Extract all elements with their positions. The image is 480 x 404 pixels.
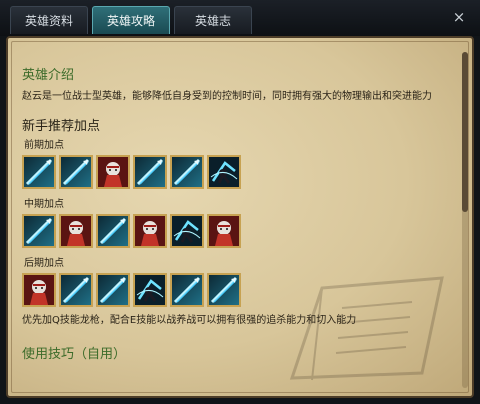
- warrior-skill-icon[interactable]: [59, 214, 93, 248]
- dragon-spear-icon[interactable]: [133, 155, 167, 189]
- tips-heading: 使用技巧（自用）: [22, 347, 127, 362]
- dragon-spear-icon[interactable]: [207, 273, 241, 307]
- hero-intro-heading: 英雄介绍: [22, 68, 75, 83]
- warrior-skill-icon[interactable]: [96, 155, 130, 189]
- skill-row-mid: [22, 214, 452, 248]
- guide-panel: 英雄介绍 赵云是一位战士型英雄，能够降低自身受到的控制时间，同时拥有强大的物理输…: [6, 36, 474, 398]
- dragon-spear-icon[interactable]: [59, 155, 93, 189]
- hero-intro-text: 赵云是一位战士型英雄，能够降低自身受到的控制时间，同时拥有强大的物理输出和突进能…: [22, 91, 432, 102]
- phase-mid-label: 中期加点: [24, 199, 64, 210]
- phase-late-label: 后期加点: [24, 258, 64, 269]
- dragon-spear-icon[interactable]: [59, 273, 93, 307]
- dragon-spear-icon[interactable]: [96, 273, 130, 307]
- dash-strike-icon[interactable]: [133, 273, 167, 307]
- dragon-spear-icon[interactable]: [96, 214, 130, 248]
- build-heading: 新手推荐加点: [22, 119, 101, 134]
- dragon-spear-icon[interactable]: [22, 155, 56, 189]
- warrior-skill-icon[interactable]: [207, 214, 241, 248]
- scrollbar-thumb[interactable]: [462, 52, 468, 212]
- tab-hero-guide[interactable]: 英雄攻略: [92, 6, 170, 34]
- phase-early-label: 前期加点: [24, 140, 64, 151]
- dragon-spear-icon[interactable]: [170, 155, 204, 189]
- skill-row-late: [22, 273, 452, 307]
- phase-early: 前期加点: [22, 136, 452, 189]
- skill-row-early: [22, 155, 452, 189]
- scrollbar[interactable]: [462, 52, 468, 388]
- dash-strike-icon[interactable]: [207, 155, 241, 189]
- tab-hero-info[interactable]: 英雄资料: [10, 6, 88, 34]
- phase-mid: 中期加点: [22, 195, 452, 248]
- dragon-spear-icon[interactable]: [22, 214, 56, 248]
- dash-strike-icon[interactable]: [170, 214, 204, 248]
- tab-bar: 英雄资料 英雄攻略 英雄志 ×: [0, 0, 480, 36]
- build-note: 优先加Q技能龙枪，配合E技能以战养战可以拥有很强的追杀能力和切入能力: [22, 315, 357, 326]
- tab-hero-lore[interactable]: 英雄志: [174, 6, 252, 34]
- close-icon[interactable]: ×: [450, 8, 468, 26]
- phase-late: 后期加点: [22, 254, 452, 307]
- warrior-skill-icon[interactable]: [133, 214, 167, 248]
- dragon-spear-icon[interactable]: [170, 273, 204, 307]
- guide-content: 英雄介绍 赵云是一位战士型英雄，能够降低自身受到的控制时间，同时拥有强大的物理输…: [22, 50, 452, 368]
- warrior-skill-icon[interactable]: [22, 273, 56, 307]
